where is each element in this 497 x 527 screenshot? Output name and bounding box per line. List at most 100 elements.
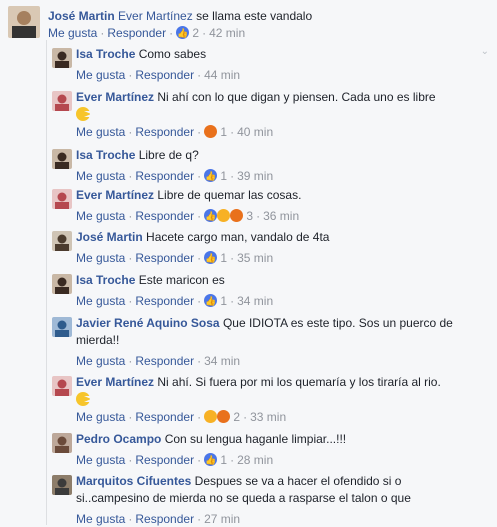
comment-text: Ever Martínez Ni ahí. Si fuera por mi lo…	[76, 374, 441, 390]
reply-button[interactable]: Responder	[135, 294, 194, 308]
author-name[interactable]: Javier René Aquino Sosa	[76, 316, 220, 330]
reaction-count[interactable]: 1	[220, 125, 227, 139]
author-name[interactable]: Isa Troche	[76, 148, 135, 162]
angry-icon	[217, 410, 231, 423]
author-name[interactable]: Marquitos Cifuentes	[76, 474, 191, 488]
reply-button[interactable]: Responder	[135, 354, 194, 368]
comment-body-continued: mierda!!	[76, 333, 120, 347]
reaction-count[interactable]: 2	[233, 410, 240, 424]
timestamp[interactable]: 39 min	[237, 169, 273, 183]
timestamp[interactable]: 35 min	[237, 251, 273, 265]
top-comment: José Martin Ever Martínez se llama este …	[0, 0, 497, 44]
author-name[interactable]: Isa Troche	[76, 273, 135, 287]
avatar[interactable]	[52, 433, 72, 453]
comment-text: José Martin Ever Martínez se llama este …	[48, 8, 312, 24]
avatar[interactable]	[52, 475, 72, 495]
author-name[interactable]: Ever Martínez	[76, 375, 154, 389]
haha-icon	[204, 410, 218, 423]
reply-button[interactable]: Responder	[135, 251, 194, 265]
reply-button[interactable]: Responder	[135, 410, 194, 424]
pacman-emoji-icon	[76, 391, 91, 407]
timestamp[interactable]: 44 min	[204, 68, 240, 82]
like-icon	[204, 208, 218, 224]
avatar[interactable]	[52, 48, 72, 68]
like-button[interactable]: Me gusta	[76, 512, 125, 526]
like-button[interactable]: Me gusta	[76, 251, 125, 265]
reaction-count[interactable]: 1	[220, 169, 227, 183]
author-name[interactable]: Ever Martínez	[76, 90, 154, 104]
comment-actions: Me gusta · Responder · 34 min	[76, 354, 241, 368]
comment-body: Ni ahí. Si fuera por mi los quemaría y l…	[154, 375, 441, 389]
author-name[interactable]: José Martin	[48, 9, 115, 23]
comment-text: Javier René Aquino Sosa Que IDIOTA es es…	[76, 315, 453, 331]
like-button[interactable]: Me gusta	[76, 209, 125, 223]
avatar[interactable]	[52, 189, 72, 209]
reply-button[interactable]: Responder	[107, 26, 166, 40]
author-name[interactable]: Isa Troche	[76, 47, 135, 61]
comment-actions: Me gusta · Responder · 1 · 40 min	[76, 125, 274, 139]
reaction-count[interactable]: 1	[220, 453, 227, 467]
comment-text: Pedro Ocampo Con su lengua haganle limpi…	[76, 431, 346, 447]
like-button[interactable]: Me gusta	[76, 68, 125, 82]
like-icon	[204, 168, 218, 184]
timestamp[interactable]: 36 min	[263, 209, 299, 223]
author-name[interactable]: Ever Martínez	[76, 188, 154, 202]
like-icon	[204, 452, 218, 468]
comment-text: Ever Martínez Ni ahí con lo que digan y …	[76, 89, 436, 105]
mention-link[interactable]: Ever Martínez	[118, 9, 193, 23]
angry-icon	[230, 209, 244, 222]
comment-actions: Me gusta · Responder · 2 · 33 min	[76, 410, 287, 424]
like-button[interactable]: Me gusta	[48, 26, 97, 40]
timestamp[interactable]: 34 min	[204, 354, 240, 368]
avatar[interactable]	[52, 317, 72, 337]
like-button[interactable]: Me gusta	[76, 354, 125, 368]
like-button[interactable]: Me gusta	[76, 453, 125, 467]
like-icon	[204, 293, 218, 309]
timestamp[interactable]: 40 min	[237, 125, 273, 139]
avatar[interactable]	[52, 274, 72, 294]
comment-actions: Me gusta·Responder· 1·34 min	[76, 293, 273, 309]
comment-body-continued: si..campesino de mierda no se queda a ra…	[76, 491, 411, 505]
timestamp[interactable]: 34 min	[237, 294, 273, 308]
comment-body: Libre de q?	[135, 148, 199, 162]
haha-icon	[217, 209, 231, 222]
avatar[interactable]	[8, 6, 40, 38]
reply-button[interactable]: Responder	[135, 209, 194, 223]
comment-body: Ni ahí con lo que digan y piensen. Cada …	[154, 90, 436, 104]
comment-text: Ever Martínez Libre de quemar las cosas.	[76, 187, 301, 203]
reply-button[interactable]: Responder	[135, 68, 194, 82]
author-name[interactable]: José Martin	[76, 230, 143, 244]
comment-body: Que IDIOTA es este tipo. Sos un puerco d…	[219, 316, 453, 330]
like-button[interactable]: Me gusta	[76, 410, 125, 424]
reply-button[interactable]: Responder	[135, 453, 194, 467]
reply-button[interactable]: Responder	[135, 512, 194, 526]
author-name[interactable]: Pedro Ocampo	[76, 432, 161, 446]
reply-button[interactable]: Responder	[135, 169, 194, 183]
reaction-count[interactable]: 1	[220, 251, 227, 265]
timestamp[interactable]: 42 min	[209, 26, 245, 40]
timestamp[interactable]: 27 min	[204, 512, 240, 526]
avatar[interactable]	[52, 149, 72, 169]
comment-body: Este maricon es	[135, 273, 225, 287]
reaction-count[interactable]: 3	[246, 209, 253, 223]
comment-text: Marquitos Cifuentes Despues se va a hace…	[76, 473, 401, 489]
reaction-count[interactable]: 2	[192, 26, 199, 40]
like-button[interactable]: Me gusta	[76, 169, 125, 183]
pacman-emoji-icon	[76, 106, 91, 122]
avatar[interactable]	[52, 376, 72, 396]
timestamp[interactable]: 28 min	[237, 453, 273, 467]
like-icon	[204, 250, 218, 266]
angry-icon	[204, 125, 218, 138]
comment-actions: Me gusta·Responder· 1·28 min	[76, 452, 273, 468]
like-button[interactable]: Me gusta	[76, 294, 125, 308]
timestamp[interactable]: 33 min	[250, 410, 286, 424]
reaction-count[interactable]: 1	[220, 294, 227, 308]
like-icon	[176, 25, 190, 41]
comment-actions: Me gusta · Responder · 44 min	[76, 68, 241, 82]
avatar[interactable]	[52, 91, 72, 111]
chevron-down-icon[interactable]: ⌄	[481, 46, 489, 57]
reply-button[interactable]: Responder	[135, 125, 194, 139]
comment-body: Con su lengua haganle limpiar...!!!	[161, 432, 347, 446]
avatar[interactable]	[52, 231, 72, 251]
like-button[interactable]: Me gusta	[76, 125, 125, 139]
